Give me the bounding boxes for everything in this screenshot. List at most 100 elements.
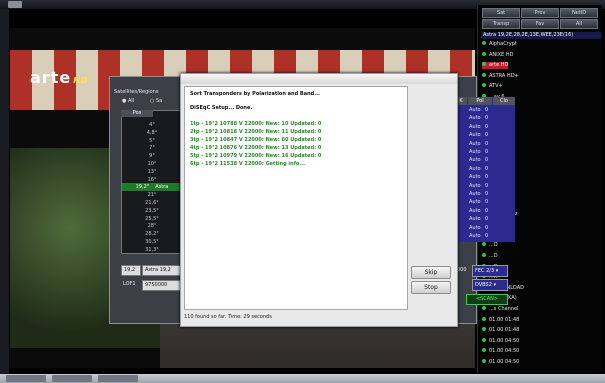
satellite-row[interactable]: 9°	[122, 152, 182, 160]
channel-item[interactable]: ASTRA HD+	[482, 72, 519, 80]
satellite-row[interactable]: 28°	[122, 222, 182, 230]
log-line: Sort Transponders by Polarization and Ba…	[190, 91, 320, 97]
channel-item[interactable]: ...s Channel	[482, 306, 519, 313]
channel-logo: arte HD	[30, 68, 89, 87]
sat-name-field[interactable]: Astra 19,2	[142, 265, 184, 276]
modulation-select[interactable]: DVBS2 ▾	[472, 279, 508, 291]
satellite-row[interactable]: 23,5°	[122, 207, 182, 215]
table-cell: Auto	[469, 165, 481, 172]
table-cell: 0	[485, 174, 489, 181]
left-frame	[0, 9, 9, 374]
satellite-row[interactable]: 19,2° Astra	[122, 183, 182, 192]
satellite-row[interactable]: 10°	[122, 160, 182, 168]
taskbar-item[interactable]	[52, 375, 92, 382]
satellite-row[interactable]: 4,8°	[122, 129, 182, 137]
channel-item[interactable]: AlphaCrypt	[482, 41, 517, 48]
stop-button[interactable]: Stop	[411, 281, 451, 294]
table-cell: 0	[485, 224, 489, 231]
log-line: 4tp - 19°2 10876 V 22000: New: 13 Update…	[190, 145, 322, 151]
radio-sat[interactable]: ○ Sa	[150, 98, 162, 104]
satellite-row[interactable]: 5°	[122, 137, 182, 145]
status-dot-icon	[482, 316, 486, 321]
channel-label: 01.00 04:50	[489, 359, 520, 365]
table-cell: Auto	[469, 224, 481, 231]
satellite-row[interactable]: 16°	[122, 176, 182, 184]
channel-item[interactable]: ATV+	[482, 83, 503, 90]
table-cell: Auto	[469, 199, 481, 206]
netid-button[interactable]: NetID	[560, 8, 598, 18]
satellite-position: 21,6°	[145, 200, 159, 206]
pos-column-header[interactable]: Pos	[121, 110, 153, 117]
fav-button[interactable]: Fav	[521, 19, 559, 29]
channel-item[interactable]: 01.00 01:48	[482, 327, 519, 334]
transponder-table[interactable]: K Pol Clo Auto 0 Auto 0 Auto 0 Auto 0 Auto 0 Auto 0…	[455, 97, 515, 242]
sat-button[interactable]: Sat	[482, 8, 520, 18]
channel-label: ...s Channel	[489, 306, 519, 312]
channel-label: AlphaCrypt	[489, 41, 517, 47]
dialog-titlebar[interactable]	[181, 74, 457, 84]
satellite-row[interactable]: 31,3°	[122, 246, 182, 254]
channel-label: ...D	[489, 242, 498, 249]
satellite-position: 25,5°	[145, 215, 159, 222]
satellite-name: Astra	[155, 184, 169, 191]
table-cell: Auto	[469, 191, 481, 197]
channel-item[interactable]: ANIXE HD	[482, 51, 513, 59]
satellite-position: 23,5°	[145, 207, 159, 214]
satellite-row[interactable]: 4°	[122, 121, 182, 129]
satellite-position: 19,2°	[135, 184, 150, 191]
satellite-row[interactable]: 7°	[122, 144, 182, 152]
channel-item[interactable]: 01.00 04:50	[482, 348, 519, 355]
channel-item[interactable]: 01.00 01:48	[482, 316, 519, 324]
lof-field[interactable]: 9750000	[142, 280, 184, 291]
table-cell: 0	[485, 199, 489, 206]
taskbar-item[interactable]	[98, 375, 138, 382]
table-cell: Auto	[469, 132, 481, 139]
channel-group-title[interactable]: Astra 19,2E,28,2E,13E,WEE,23E(16)	[481, 32, 601, 39]
all-button[interactable]: All	[560, 19, 598, 29]
table-cell: 0	[485, 123, 489, 130]
satellite-position: 30,5°	[145, 239, 159, 245]
position-field[interactable]: 19,2	[121, 265, 141, 276]
satellite-row[interactable]: 30,5°	[122, 238, 182, 246]
fec-select[interactable]: FEC 2/3 ▾	[472, 265, 508, 277]
satellite-position: 13°	[147, 168, 157, 175]
scan-button[interactable]: <SCAN>	[466, 294, 508, 305]
satellite-row[interactable]: 21,6°	[122, 199, 182, 207]
app-icon[interactable]	[8, 1, 22, 8]
satellite-row[interactable]: 25,5°	[122, 215, 182, 223]
status-dot-icon	[482, 83, 486, 88]
radio-all[interactable]: ● All	[122, 98, 134, 104]
status-dot-icon	[482, 62, 486, 67]
skip-button[interactable]: Skip	[411, 266, 451, 279]
taskbar-item[interactable]	[6, 375, 46, 382]
table-cell: Auto	[469, 149, 481, 155]
channel-item[interactable]: 01.00 04:50	[482, 337, 520, 345]
table-header[interactable]: Clo	[493, 97, 515, 105]
transp-button[interactable]: Transp	[482, 19, 520, 29]
channel-item[interactable]: ...D	[482, 242, 498, 249]
satellite-row[interactable]: 28,2°	[122, 230, 182, 238]
log-line: 5tp - 19°2 10979 V 22000: New: 16 Update…	[190, 153, 322, 159]
satellite-row[interactable]: 21°	[122, 191, 182, 199]
table-cell: Auto	[469, 123, 481, 130]
channel-item[interactable]: ...D	[482, 253, 498, 260]
channel-label: arte HD	[489, 62, 509, 69]
satellite-position: 21°	[147, 192, 157, 199]
table-cell: Auto	[469, 216, 481, 223]
log-line: 6tp - 19°2 11538 V 22000: Getting info..…	[190, 161, 306, 167]
prov-button[interactable]: Prov	[521, 8, 559, 18]
scan-log: Sort Transponders by Polarization and Ba…	[184, 86, 408, 310]
scan-progress-dialog: Sort Transponders by Polarization and Ba…	[180, 73, 458, 327]
status-dot-icon	[482, 348, 486, 353]
channel-label: 01.00 04:50	[489, 337, 520, 344]
satellite-row[interactable]: 13°	[122, 168, 182, 176]
channel-item[interactable]: 01.00 04:50	[482, 359, 519, 366]
table-cell: 0	[485, 182, 489, 189]
channel-label: ASTRA HD+	[489, 72, 519, 79]
table-cell: 0	[485, 216, 489, 223]
channel-item[interactable]: arte HD	[482, 62, 509, 70]
status-text: 110 found so far. Time: 29 seconds	[184, 314, 272, 320]
satellite-list[interactable]: 4° 4,8° 5° 7° 9° 10° 13° 16° 19,2° Astra 21° 21,6° 2…	[121, 110, 183, 254]
table-cell: Auto	[469, 207, 481, 214]
table-header[interactable]: Pol	[468, 97, 492, 105]
